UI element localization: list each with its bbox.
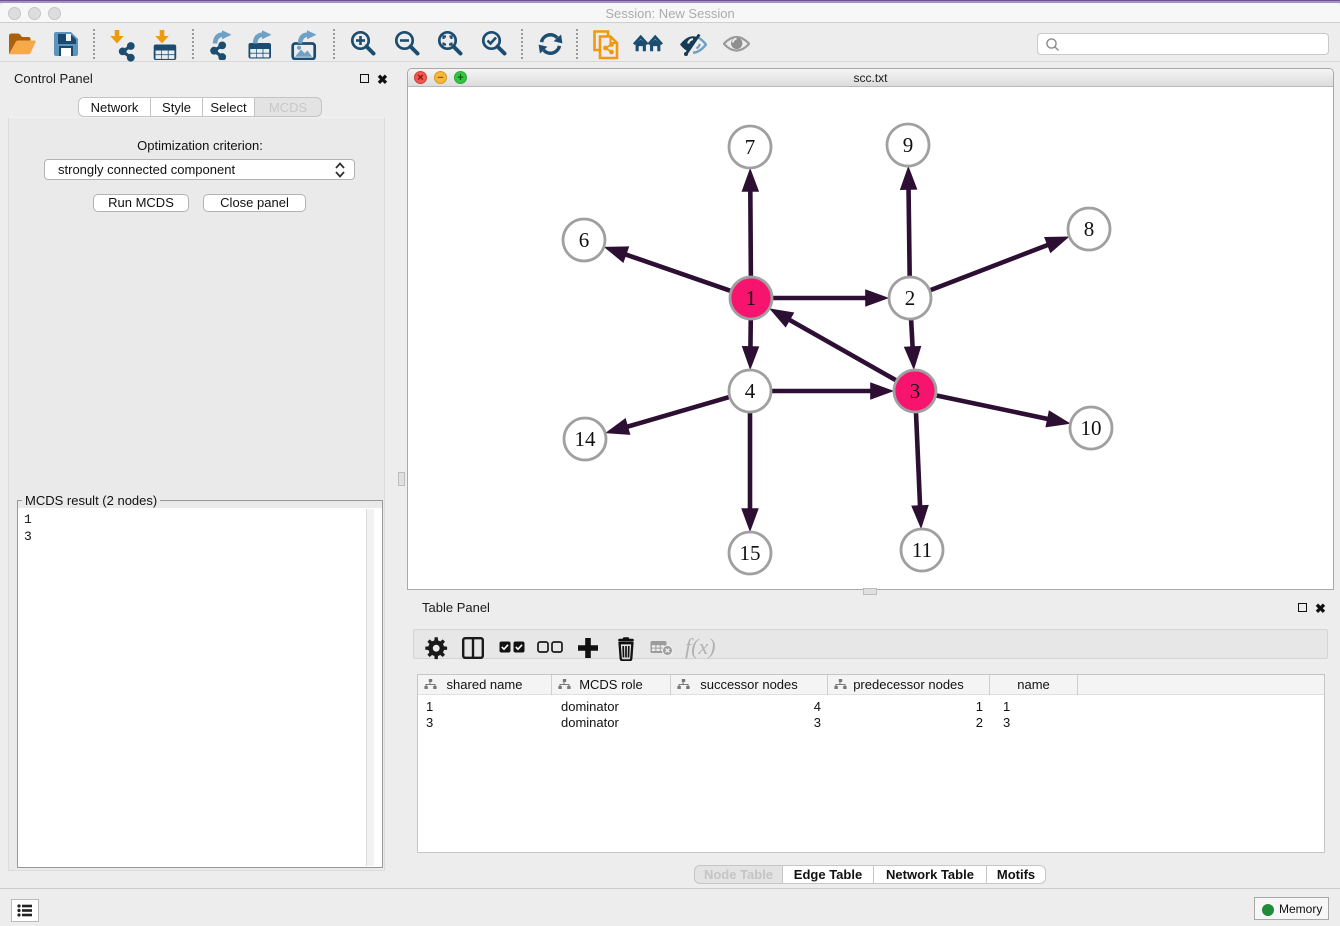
svg-text:15: 15 [740,541,761,565]
svg-text:14: 14 [575,427,597,451]
svg-text:4: 4 [745,379,756,403]
svg-text:6: 6 [579,228,590,252]
svg-text:7: 7 [745,135,756,159]
svg-text:3: 3 [910,379,921,403]
svg-text:10: 10 [1081,416,1102,440]
svg-text:2: 2 [905,286,916,310]
svg-text:9: 9 [903,133,914,157]
svg-text:11: 11 [912,538,932,562]
svg-text:8: 8 [1084,217,1095,241]
svg-text:1: 1 [746,286,757,310]
